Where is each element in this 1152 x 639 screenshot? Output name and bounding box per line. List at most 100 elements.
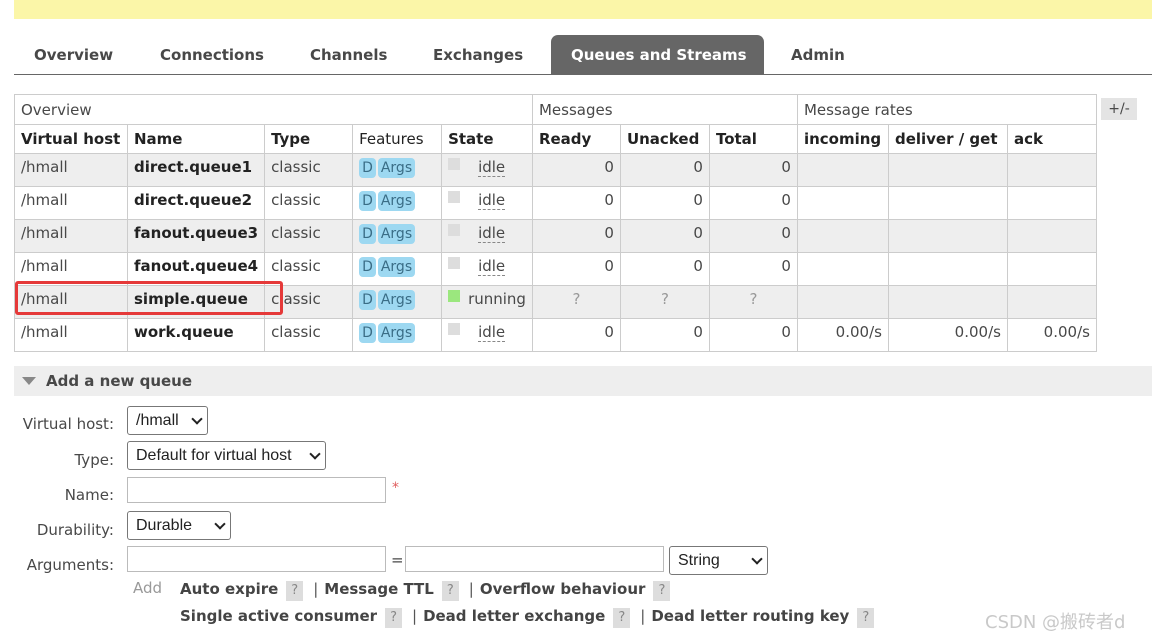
args-badge: Args xyxy=(377,323,416,343)
durability-select[interactable]: Durable xyxy=(127,511,231,540)
queue-name-link[interactable]: fanout.queue3 xyxy=(126,219,266,253)
cell-features: D Args xyxy=(352,186,443,220)
cell-ack xyxy=(1006,186,1097,220)
cell-deliver-get xyxy=(887,252,1008,286)
cell-total: 0 xyxy=(708,318,798,352)
state-indicator-icon xyxy=(448,158,461,170)
col-header-state[interactable]: State xyxy=(441,124,533,154)
chevron-down-icon xyxy=(751,553,763,565)
cell-total: 0 xyxy=(708,186,798,220)
tab-queues-and-streams[interactable]: Queues and Streams xyxy=(551,35,764,75)
chevron-down-icon xyxy=(214,518,226,530)
cell-total: 0 xyxy=(708,153,798,187)
queue-name-link[interactable]: direct.queue1 xyxy=(126,153,266,187)
state-text: idle xyxy=(478,323,506,342)
tab-connections[interactable]: Connections xyxy=(140,35,284,74)
state-text: idle xyxy=(478,257,506,276)
col-header-type[interactable]: Type xyxy=(264,124,354,154)
col-header-virtual-host[interactable]: Virtual host xyxy=(14,124,128,154)
virtual-host-select[interactable]: /hmall xyxy=(127,406,208,435)
tab-overview[interactable]: Overview xyxy=(14,35,133,74)
help-icon[interactable]: ? xyxy=(613,608,631,628)
dead-letter-exchange-link[interactable]: Dead letter exchange xyxy=(423,607,605,625)
cell-vhost: /hmall xyxy=(14,186,128,220)
cell-features: D Args xyxy=(352,153,443,187)
add-queue-section-header[interactable]: Add a new queue xyxy=(14,366,1152,396)
cell-type: classic xyxy=(264,285,354,319)
cell-ack: 0.00/s xyxy=(1006,318,1097,352)
required-marker: * xyxy=(392,480,399,496)
tab-exchanges[interactable]: Exchanges xyxy=(413,35,543,74)
auto-expire-link[interactable]: Auto expire xyxy=(180,580,278,598)
cell-deliver-get xyxy=(887,219,1008,253)
cell-ready: 0 xyxy=(531,252,621,286)
queue-name-link[interactable]: simple.queue xyxy=(126,285,266,319)
col-header-ready[interactable]: Ready xyxy=(531,124,621,154)
queue-name-input[interactable] xyxy=(127,477,386,503)
cell-ack xyxy=(1006,219,1097,253)
help-icon[interactable]: ? xyxy=(441,581,459,601)
cell-state: running xyxy=(441,285,533,319)
cell-unacked: 0 xyxy=(619,318,710,352)
queue-type-value: Default for virtual host xyxy=(136,447,292,464)
type-label: Type: xyxy=(74,451,114,469)
single-active-consumer-link[interactable]: Single active consumer xyxy=(180,607,377,625)
state-indicator-icon xyxy=(448,323,461,335)
queue-name-link[interactable]: work.queue xyxy=(126,318,266,352)
cell-ready: 0 xyxy=(531,318,621,352)
argument-value-input[interactable] xyxy=(405,546,664,572)
table-row: /hmall direct.queue2 classic D Args idle … xyxy=(14,186,1097,220)
cell-unacked: ? xyxy=(619,285,710,319)
message-ttl-link[interactable]: Message TTL xyxy=(324,580,434,598)
table-row: /hmall work.queue classic D Args idle 0 0… xyxy=(14,318,1097,352)
cell-incoming xyxy=(796,252,889,286)
overflow-behaviour-link[interactable]: Overflow behaviour xyxy=(480,580,646,598)
cell-incoming xyxy=(796,153,889,187)
cell-features: D Args xyxy=(352,318,443,352)
cell-unacked: 0 xyxy=(619,219,710,253)
help-icon[interactable]: ? xyxy=(857,608,875,628)
cell-vhost: /hmall xyxy=(14,153,128,187)
cell-type: classic xyxy=(264,153,354,187)
help-icon[interactable]: ? xyxy=(653,581,671,601)
cell-ack xyxy=(1006,153,1097,187)
dead-letter-routing-key-link[interactable]: Dead letter routing key xyxy=(651,607,849,625)
argument-type-select[interactable]: String xyxy=(669,546,768,575)
queue-name-link[interactable]: fanout.queue4 xyxy=(126,252,266,286)
argument-key-input[interactable] xyxy=(127,546,386,572)
add-queue-title: Add a new queue xyxy=(46,372,193,390)
col-header-ack[interactable]: ack xyxy=(1006,124,1097,154)
virtual-host-label: Virtual host: xyxy=(22,415,114,433)
cell-ack xyxy=(1006,252,1097,286)
cell-total: 0 xyxy=(708,219,798,253)
col-header-deliver-get[interactable]: deliver / get xyxy=(887,124,1008,154)
group-header-message-rates: Message rates xyxy=(796,94,1097,125)
add-argument-label: Add xyxy=(133,579,163,597)
help-icon[interactable]: ? xyxy=(385,608,402,628)
separator: | xyxy=(412,607,418,625)
argument-shortcuts-row1: Auto expire? | Message TTL? | Overflow behav… xyxy=(180,580,674,601)
col-header-total[interactable]: Total xyxy=(708,124,798,154)
tab-admin[interactable]: Admin xyxy=(771,35,865,74)
table-row: /hmall direct.queue1 classic D Args idle … xyxy=(14,153,1097,187)
queue-type-select[interactable]: Default for virtual host xyxy=(127,441,326,470)
cell-incoming: 0.00/s xyxy=(796,318,889,352)
tab-channels[interactable]: Channels xyxy=(290,35,407,74)
toggle-columns-button[interactable]: +/- xyxy=(1101,98,1137,120)
state-indicator-icon xyxy=(448,290,461,302)
durable-badge: D xyxy=(359,191,376,211)
state-text: idle xyxy=(478,224,506,243)
help-icon[interactable]: ? xyxy=(286,581,304,601)
col-header-name[interactable]: Name xyxy=(126,124,266,154)
col-header-incoming[interactable]: incoming xyxy=(796,124,889,154)
cell-total: ? xyxy=(708,285,798,319)
cell-vhost: /hmall xyxy=(14,285,128,319)
argument-shortcuts-row2: Single active consumer? | Dead letter exch… xyxy=(180,607,878,628)
main-nav-tabs: Overview Connections Channels Exchanges … xyxy=(14,35,1152,75)
queue-name-link[interactable]: direct.queue2 xyxy=(126,186,266,220)
cell-deliver-get xyxy=(887,186,1008,220)
col-header-unacked[interactable]: Unacked xyxy=(619,124,710,154)
cell-deliver-get xyxy=(887,153,1008,187)
state-text: idle xyxy=(478,191,506,210)
cell-incoming xyxy=(796,186,889,220)
